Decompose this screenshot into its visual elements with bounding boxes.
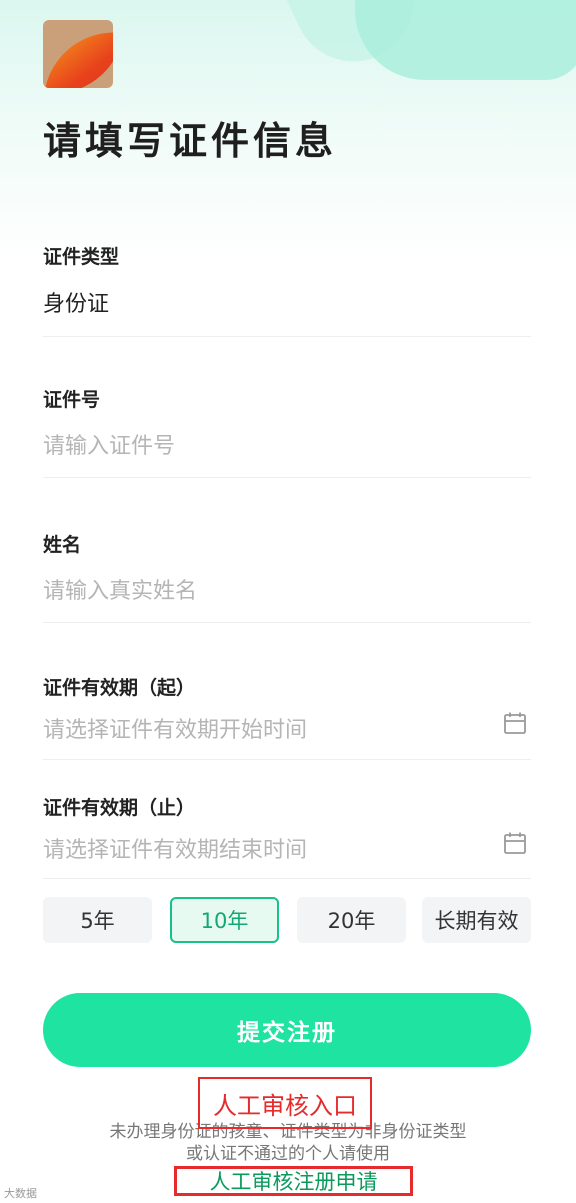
decorative-shape — [355, 0, 576, 80]
duration-chip-5-years[interactable]: 5年 — [43, 897, 152, 943]
divider — [43, 878, 531, 879]
id-type-value: 身份证 — [43, 292, 110, 317]
submit-register-button[interactable]: 提交注册 — [43, 993, 531, 1067]
id-type-field[interactable]: 证件类型 身份证 — [43, 240, 531, 340]
watermark: 大数据 — [4, 1187, 37, 1200]
id-type-label: 证件类型 — [43, 246, 120, 268]
valid-end-label: 证件有效期（止） — [43, 797, 196, 819]
id-number-label: 证件号 — [43, 389, 101, 411]
divider — [43, 759, 531, 760]
duration-chip-20-years[interactable]: 20年 — [297, 897, 406, 943]
valid-start-field[interactable]: 证件有效期（起） 请选择证件有效期开始时间 — [43, 671, 531, 763]
duration-chip-10-years[interactable]: 10年 — [170, 897, 279, 943]
valid-start-input[interactable]: 请选择证件有效期开始时间 — [43, 712, 307, 744]
divider — [43, 622, 531, 623]
valid-start-label: 证件有效期（起） — [43, 677, 196, 699]
name-input[interactable]: 请输入真实姓名 — [43, 573, 197, 605]
duration-chip-permanent[interactable]: 长期有效 — [422, 897, 531, 943]
duration-chip-group: 5年 10年 20年 长期有效 — [43, 897, 531, 943]
id-number-input[interactable]: 请输入证件号 — [43, 428, 175, 460]
annotation-box: 人工审核入口 — [198, 1077, 372, 1129]
valid-end-field[interactable]: 证件有效期（止） 请选择证件有效期结束时间 — [43, 791, 531, 883]
app-logo-icon — [43, 20, 113, 88]
page-title: 请填写证件信息 — [43, 119, 338, 163]
calendar-icon[interactable] — [503, 831, 527, 855]
name-field[interactable]: 姓名 请输入真实姓名 — [43, 528, 531, 628]
annotation-label: 人工审核入口 — [213, 1091, 357, 1120]
manual-review-link[interactable]: 人工审核注册申请 — [210, 1166, 378, 1196]
divider — [43, 336, 531, 337]
hint-line-2: 或认证不通过的个人请使用 — [186, 1144, 390, 1164]
calendar-icon[interactable] — [503, 711, 527, 735]
divider — [43, 477, 531, 478]
valid-end-input[interactable]: 请选择证件有效期结束时间 — [43, 832, 307, 864]
id-number-field[interactable]: 证件号 请输入证件号 — [43, 383, 531, 483]
manual-review-link-box[interactable]: 人工审核注册申请 — [174, 1166, 413, 1196]
name-label: 姓名 — [43, 534, 82, 556]
